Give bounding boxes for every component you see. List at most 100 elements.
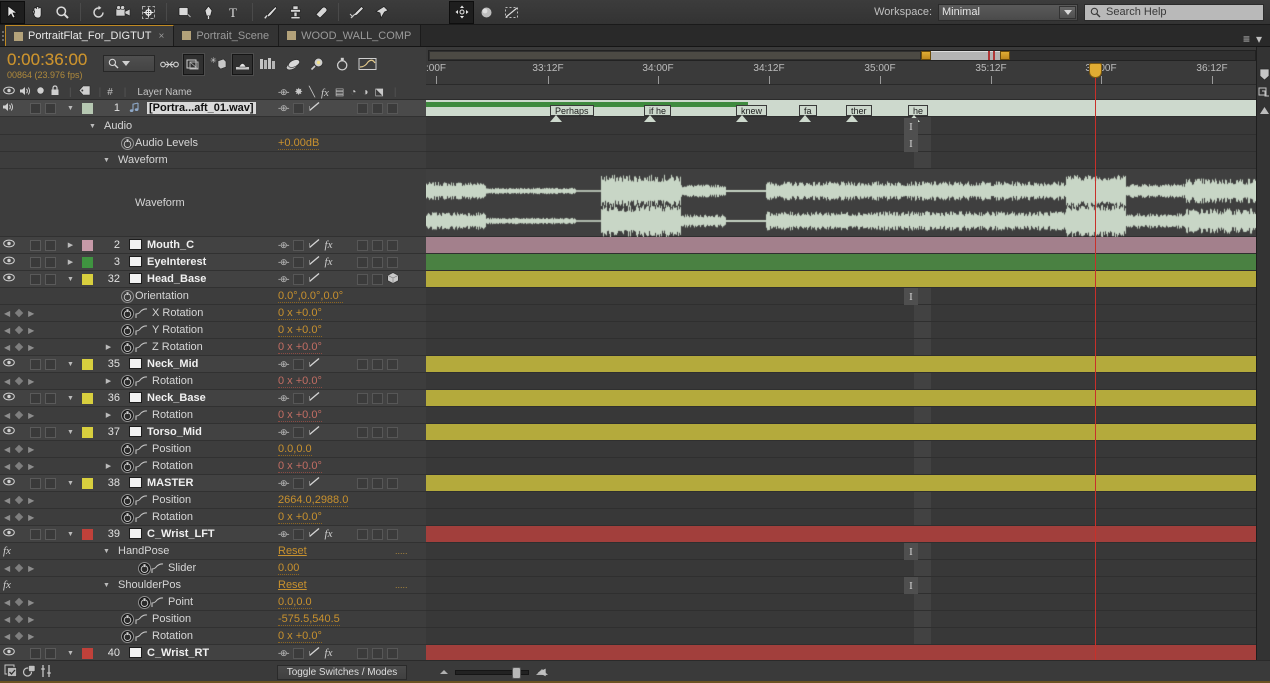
layer-row[interactable]: ▼ 40 C_Wrist_RT -⊕- fx bbox=[0, 645, 426, 660]
shape-rectangle-tool-icon[interactable] bbox=[172, 1, 197, 24]
switch-box[interactable] bbox=[292, 477, 304, 489]
stopwatch-icon[interactable] bbox=[121, 137, 134, 150]
property-row[interactable]: ◀ ▶ Y Rotation 0 x +0.0° bbox=[0, 322, 426, 339]
timeline-row[interactable] bbox=[426, 628, 1256, 645]
layer-twirl-icon[interactable]: ▼ bbox=[66, 361, 75, 368]
keyframe-prev-icon[interactable]: ◀ bbox=[4, 309, 10, 318]
video-switch-icon[interactable] bbox=[2, 528, 15, 540]
quality-switch-icon[interactable] bbox=[308, 255, 321, 269]
layer-twirl-icon[interactable]: ▼ bbox=[66, 105, 75, 112]
keyframe-indicator[interactable]: I bbox=[904, 288, 918, 305]
parent-pick-whip-icon[interactable]: -⊕- bbox=[278, 647, 290, 659]
effect-twirl-icon[interactable]: ▼ bbox=[102, 548, 111, 555]
stopwatch-icon[interactable] bbox=[121, 443, 134, 456]
layer-bar[interactable] bbox=[426, 237, 1256, 253]
keyframe-add-icon[interactable] bbox=[14, 563, 24, 573]
panel-menu-icon[interactable]: ≡ bbox=[1243, 32, 1250, 46]
3d-layer-box[interactable] bbox=[387, 358, 398, 370]
keyframe-navigator[interactable]: ◀ ▶ bbox=[4, 309, 34, 318]
keyframe-prev-icon[interactable]: ◀ bbox=[4, 343, 10, 352]
timeline-row[interactable] bbox=[426, 492, 1256, 509]
hand-tool-icon[interactable] bbox=[25, 1, 50, 24]
stopwatch-icon[interactable] bbox=[121, 341, 134, 354]
move-snapshot-tool-icon[interactable] bbox=[449, 0, 474, 24]
effects-switch-icon[interactable]: fx bbox=[325, 256, 333, 268]
property-row[interactable]: ▼ Waveform bbox=[0, 152, 426, 169]
switch-box[interactable] bbox=[292, 358, 304, 370]
property-row[interactable]: ◀ ▶ ▶ Rotation 0 x +0.0° bbox=[0, 458, 426, 475]
property-value[interactable]: 0.0°,0.0°,0.0° bbox=[278, 290, 344, 303]
switch-box[interactable] bbox=[292, 102, 304, 114]
timeline-row[interactable] bbox=[426, 169, 1256, 237]
audio-layer-bar[interactable]: Perhaps if he knew fa ther he bbox=[426, 100, 1256, 122]
playhead-knob[interactable] bbox=[1089, 63, 1102, 78]
keyframe-add-icon[interactable] bbox=[14, 631, 24, 641]
3d-layer-box[interactable] bbox=[387, 477, 398, 489]
timeline-search-input[interactable] bbox=[103, 55, 155, 72]
solo-switch-box[interactable] bbox=[30, 528, 41, 540]
motion-blur-box[interactable] bbox=[372, 273, 383, 285]
stopwatch-icon[interactable] bbox=[121, 375, 134, 388]
quality-switch-icon[interactable] bbox=[308, 238, 321, 252]
timeline-row[interactable] bbox=[426, 373, 1256, 390]
layer-row[interactable]: ▼ 38 MASTER -⊕- bbox=[0, 475, 426, 492]
label-color-swatch[interactable] bbox=[82, 102, 93, 114]
property-graph-icon[interactable] bbox=[135, 461, 148, 472]
effects-switch-icon[interactable]: fx bbox=[325, 528, 333, 540]
property-row[interactable]: ◀ ▶ X Rotation 0 x +0.0° bbox=[0, 305, 426, 322]
parent-pick-whip-icon[interactable]: -⊕- bbox=[278, 239, 290, 251]
keyframe-navigator[interactable]: ◀ ▶ bbox=[4, 343, 34, 352]
time-navigator-bar[interactable] bbox=[428, 50, 1256, 61]
keyframe-next-icon[interactable]: ▶ bbox=[28, 326, 34, 335]
video-switch-icon[interactable] bbox=[2, 477, 15, 489]
solo-switch-box[interactable] bbox=[30, 426, 41, 438]
frame-blend-box[interactable] bbox=[357, 239, 368, 251]
layer-bar[interactable] bbox=[426, 424, 1256, 440]
property-graph-icon[interactable] bbox=[135, 614, 148, 625]
zoom-tool-icon[interactable] bbox=[50, 1, 75, 24]
keyframe-add-icon[interactable] bbox=[14, 325, 24, 335]
quality-switch-icon[interactable] bbox=[308, 391, 321, 405]
audio-marker[interactable]: he bbox=[908, 105, 929, 122]
audio-marker[interactable]: if he bbox=[644, 105, 672, 122]
property-graph-icon[interactable] bbox=[135, 512, 148, 523]
keyframe-navigator[interactable]: ◀ ▶ bbox=[4, 326, 34, 335]
keyframe-navigator[interactable]: ◀ ▶ bbox=[4, 445, 34, 454]
chevron-down-icon[interactable] bbox=[122, 61, 130, 66]
property-row[interactable]: ◀ ▶ ▶ Rotation 0 x +0.0° bbox=[0, 373, 426, 390]
rotation-tool-icon[interactable] bbox=[86, 1, 111, 24]
parent-pick-whip-icon[interactable]: -⊕- bbox=[278, 477, 290, 489]
keyframe-add-icon[interactable] bbox=[14, 597, 24, 607]
comp-flowchart-icon[interactable] bbox=[4, 664, 18, 681]
time-ruler[interactable]: :00F33:12F34:00F34:12F35:00F35:12F36:00F… bbox=[426, 61, 1270, 85]
frame-blend-box[interactable] bbox=[357, 358, 368, 370]
graph-editor-icon[interactable] bbox=[256, 51, 278, 77]
label-color-swatch[interactable] bbox=[82, 358, 93, 370]
close-icon[interactable]: × bbox=[158, 31, 164, 42]
timeline-row[interactable] bbox=[426, 339, 1256, 356]
effects-switch-icon[interactable]: fx bbox=[325, 239, 333, 251]
label-color-swatch[interactable] bbox=[82, 256, 93, 268]
keyframe-prev-icon[interactable]: ◀ bbox=[4, 615, 10, 624]
property-value[interactable]: 2664.0,2988.0 bbox=[278, 494, 349, 507]
pen-tool-icon[interactable] bbox=[197, 1, 222, 24]
lock-switch-box[interactable] bbox=[45, 273, 56, 285]
3d-layer-box[interactable] bbox=[387, 256, 398, 268]
property-value[interactable]: 0 x +0.0° bbox=[278, 630, 322, 643]
layer-twirl-icon[interactable]: ▶ bbox=[66, 258, 75, 266]
keyframe-prev-icon[interactable]: ◀ bbox=[4, 326, 10, 335]
property-graph-icon[interactable] bbox=[135, 631, 148, 642]
keyframe-prev-icon[interactable]: ◀ bbox=[4, 632, 10, 641]
timeline-row[interactable] bbox=[426, 475, 1256, 492]
keyframe-next-icon[interactable]: ▶ bbox=[28, 343, 34, 352]
timeline-row[interactable] bbox=[426, 645, 1256, 660]
quality-switch-icon[interactable] bbox=[308, 646, 321, 660]
layer-row[interactable]: ▼ 37 Torso_Mid -⊕- bbox=[0, 424, 426, 441]
property-graph-icon[interactable] bbox=[135, 325, 148, 336]
layer-bar[interactable] bbox=[426, 356, 1256, 372]
solo-switch-box[interactable] bbox=[30, 256, 41, 268]
video-switch-icon[interactable] bbox=[2, 273, 15, 285]
timeline-row[interactable] bbox=[426, 594, 1256, 611]
timeline-row[interactable] bbox=[426, 560, 1256, 577]
comp-family-icon[interactable] bbox=[1257, 83, 1270, 101]
